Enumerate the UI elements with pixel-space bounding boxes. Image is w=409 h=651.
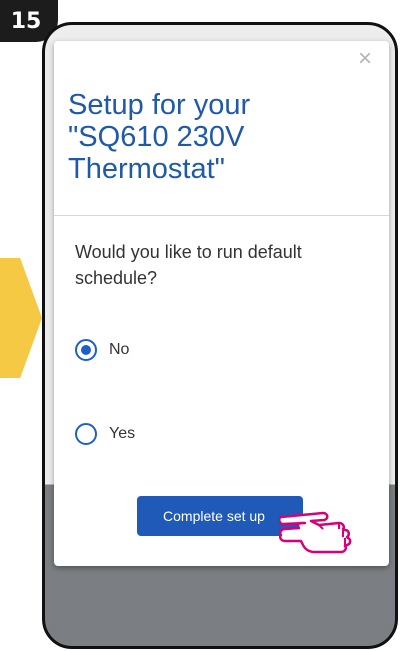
dialog-title: Setup for your "SQ610 230V Thermostat" <box>68 89 368 185</box>
phone-frame: × Setup for your "SQ610 230V Thermostat"… <box>42 22 398 649</box>
setup-dialog: × Setup for your "SQ610 230V Thermostat"… <box>54 41 389 566</box>
option-no-label: No <box>109 341 130 358</box>
title-line: Setup for your <box>68 89 251 121</box>
option-yes[interactable]: Yes <box>75 423 135 445</box>
title-line: Thermostat" <box>68 153 225 185</box>
radio-yes[interactable] <box>75 423 97 445</box>
radio-selected-dot <box>81 345 91 355</box>
title-line: "SQ610 230V <box>68 121 245 153</box>
divider <box>54 215 389 216</box>
schedule-question: Would you like to run default schedule? <box>75 242 302 288</box>
pointing-hand-icon <box>279 511 352 554</box>
option-yes-label: Yes <box>109 425 136 442</box>
step-number: 15 <box>10 8 42 34</box>
close-icon[interactable]: × <box>353 47 377 71</box>
pointer-arrow <box>0 258 42 378</box>
option-no[interactable]: No <box>75 339 129 361</box>
radio-no[interactable] <box>75 339 97 361</box>
